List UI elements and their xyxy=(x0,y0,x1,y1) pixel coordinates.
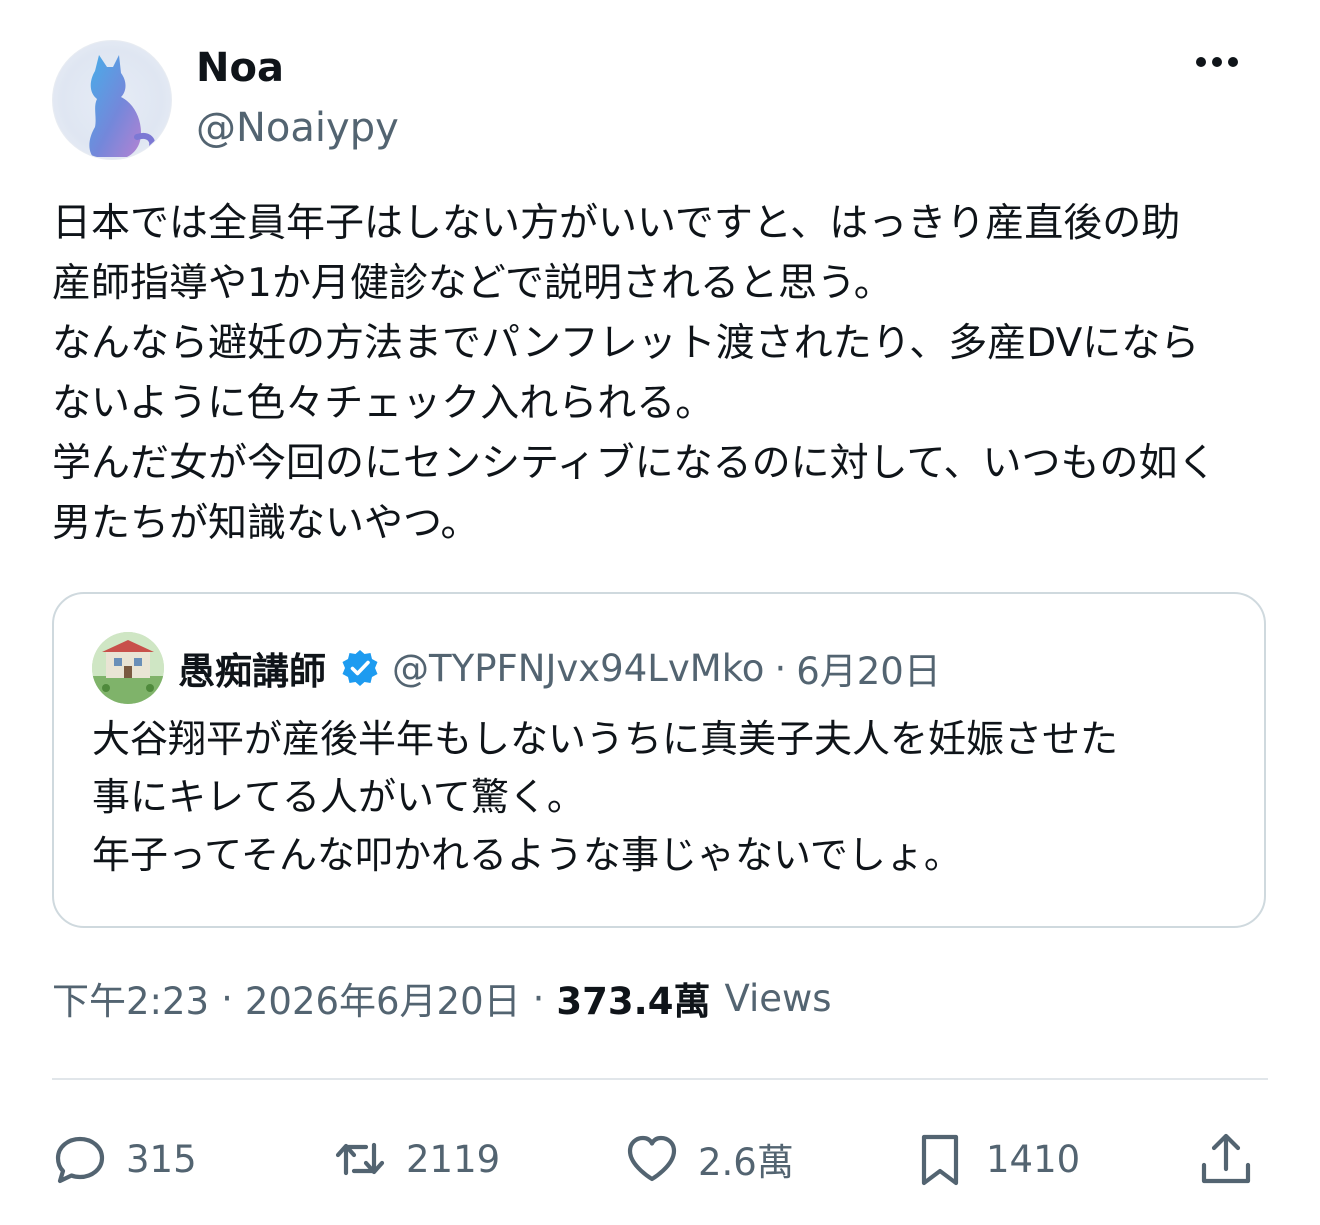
share-icon xyxy=(1201,1133,1251,1184)
bookmark-button[interactable]: 1410 xyxy=(910,1124,1080,1194)
repost-icon xyxy=(335,1142,385,1176)
views-count[interactable]: 373.4萬 xyxy=(556,971,710,1025)
verified-badge-icon xyxy=(342,650,378,686)
separator-dot: · xyxy=(532,976,545,1020)
cat-avatar-image xyxy=(89,55,156,157)
reply-count: 315 xyxy=(126,1137,197,1181)
building-avatar-image xyxy=(92,632,164,704)
bookmark-count: 1410 xyxy=(986,1137,1081,1181)
separator-dot: · xyxy=(221,976,233,1020)
quoted-author-avatar[interactable] xyxy=(92,632,164,704)
quoted-author-handle[interactable]: @TYPFNJvx94LvMko xyxy=(392,647,764,690)
like-icon xyxy=(627,1135,677,1182)
share-button[interactable] xyxy=(1196,1124,1256,1194)
tweet-time[interactable]: 下午2:23 xyxy=(52,971,209,1025)
reply-icon xyxy=(55,1136,105,1184)
author-avatar[interactable] xyxy=(52,40,172,160)
views-label: Views xyxy=(724,976,832,1020)
more-options-button[interactable] xyxy=(1192,44,1242,80)
separator-dot: · xyxy=(774,646,787,690)
like-button[interactable]: 2.6萬 xyxy=(622,1124,794,1194)
reply-button[interactable]: 315 xyxy=(50,1124,197,1194)
quoted-date[interactable]: 6月20日 xyxy=(796,641,941,695)
like-count: 2.6萬 xyxy=(698,1141,794,1184)
author-handle[interactable]: @Noaiypy xyxy=(196,102,399,154)
author-name[interactable]: Noa xyxy=(196,42,284,94)
more-icon xyxy=(1196,57,1238,67)
quoted-tweet-text: 大谷翔平が産後半年もしないうちに真美子夫人を妊娠させた 事にキレてる人がいて驚く… xyxy=(92,717,1119,877)
repost-count: 2119 xyxy=(406,1137,501,1181)
tweet-date[interactable]: 2026年6月20日 xyxy=(245,971,521,1025)
tweet-meta: 下午2:23 · 2026年6月20日 · 373.4萬 Views xyxy=(52,968,832,1028)
bookmark-icon xyxy=(921,1134,959,1186)
divider xyxy=(52,1078,1268,1080)
quoted-tweet-header: 愚痴講師 @TYPFNJvx94LvMko · 6月20日 xyxy=(178,638,941,698)
repost-button[interactable]: 2119 xyxy=(330,1124,500,1194)
quoted-tweet-card[interactable]: 愚痴講師 @TYPFNJvx94LvMko · 6月20日 大谷翔平が産後半年も… xyxy=(52,592,1266,928)
quoted-author-name[interactable]: 愚痴講師 xyxy=(178,641,326,695)
tweet-text: 日本では全員年子はしない方がいいですと、はっきり産直後の助 産師指導や1か月健診… xyxy=(52,201,1217,546)
